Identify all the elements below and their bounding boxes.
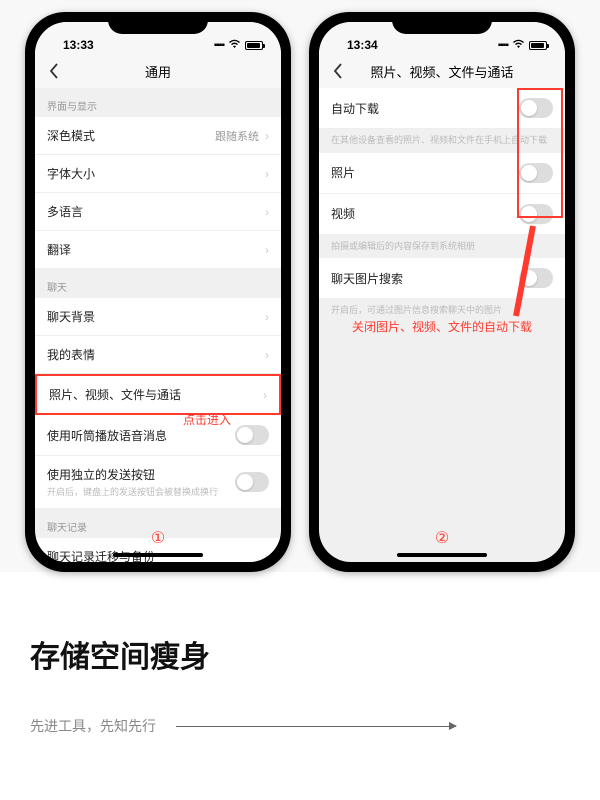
battery-icon [245,41,263,50]
home-indicator[interactable] [113,553,203,557]
toggle-send-button[interactable] [235,472,269,492]
screen-2: 13:34 ▪▪▪▪ 照片、视频、文件与通话 自动下载 [319,22,565,562]
row-label: 深色模式 [47,127,95,144]
row-label: 使用听筒播放语音消息 [47,427,167,444]
home-indicator[interactable] [397,553,487,557]
row-font-size[interactable]: 字体大小 › [35,155,281,193]
annotation-turn-off: 关闭图片、视频、文件的自动下载 [333,318,551,335]
row-label: 使用独立的发送按钮 [47,466,218,483]
nav-header: 照片、视频、文件与通话 [319,54,565,88]
row-my-stickers[interactable]: 我的表情 › [35,336,281,374]
page-title: 通用 [35,62,281,81]
row-label: 视频 [331,205,355,222]
chevron-right-icon: › [263,388,267,402]
notch [108,12,208,34]
page-title: 照片、视频、文件与通话 [319,62,565,81]
row-image-search[interactable]: 聊天图片搜索 [319,258,565,299]
chevron-right-icon: › [265,550,269,563]
wifi-icon [228,38,241,52]
battery-icon [529,41,547,50]
row-label: 照片、视频、文件与通话 [49,386,181,403]
section-header-display: 界面与显示 [35,88,281,117]
long-arrow-icon [176,726,456,727]
status-icons: ▪▪▪▪ [214,38,263,52]
toggle-videos[interactable] [519,204,553,224]
toggle-photos[interactable] [519,163,553,183]
row-earpiece-toggle[interactable]: 使用听筒播放语音消息 点击进入 [35,415,281,456]
row-videos[interactable]: 视频 [319,194,565,235]
chevron-right-icon: › [265,167,269,181]
row-label: 字体大小 [47,165,95,182]
back-button[interactable] [45,62,63,80]
row-value: 跟随系统 [215,131,259,143]
row-translate[interactable]: 翻译 › [35,231,281,269]
nav-header: 通用 [35,54,281,88]
row-multilang[interactable]: 多语言 › [35,193,281,231]
row-media-files-calls[interactable]: 照片、视频、文件与通话 › [35,374,281,415]
chevron-right-icon: › [265,129,269,143]
row-label: 自动下载 [331,100,379,117]
article-title: 存储空间瘦身 [30,632,570,676]
chevron-right-icon: › [265,310,269,324]
hint-auto-download: 在其他设备查看的照片、视频和文件在手机上自动下载 [319,129,565,153]
signal-icon: ▪▪▪▪ [214,40,224,51]
status-time: 13:33 [63,38,94,52]
signal-icon: ▪▪▪▪ [498,40,508,51]
settings-content[interactable]: 界面与显示 深色模式 跟随系统 › 字体大小 › 多语言 › 翻译 › 聊天 [35,88,281,562]
annotation-click-enter: 点击进入 [183,411,231,428]
chevron-right-icon: › [265,243,269,257]
row-sublabel: 开启后，键盘上的发送按钮会被替换成换行 [47,485,218,498]
article-subtitle: 先进工具，先知先行 [30,716,156,736]
notch [392,12,492,34]
row-auto-download[interactable]: 自动下载 [319,88,565,129]
row-label: 多语言 [47,203,83,220]
wifi-icon [512,38,525,52]
chevron-right-icon: › [265,205,269,219]
section-header-chat: 聊天 [35,269,281,298]
toggle-earpiece[interactable] [235,425,269,445]
article-section: 存储空间瘦身 先进工具，先知先行 [0,572,600,756]
row-label: 翻译 [47,241,71,258]
screen-1: 13:33 ▪▪▪▪ 通用 界面与显示 深色模式 [35,22,281,562]
row-photos[interactable]: 照片 [319,153,565,194]
row-label: 聊天图片搜索 [331,270,403,287]
status-time: 13:34 [347,38,378,52]
hint-videos: 拍摄或编辑后的内容保存到系统相册 [319,235,565,259]
row-label: 照片 [331,164,355,181]
toggle-auto-download[interactable] [519,98,553,118]
row-label: 聊天背景 [47,308,95,325]
row-dark-mode[interactable]: 深色模式 跟随系统 › [35,117,281,155]
step-number-2: ② [435,528,449,548]
phone-frame-2: 13:34 ▪▪▪▪ 照片、视频、文件与通话 自动下载 [309,12,575,572]
article-subtitle-row: 先进工具，先知先行 [30,716,570,736]
row-send-button-toggle[interactable]: 使用独立的发送按钮 开启后，键盘上的发送按钮会被替换成换行 [35,456,281,509]
toggle-image-search[interactable] [519,268,553,288]
chevron-right-icon: › [265,348,269,362]
status-icons: ▪▪▪▪ [498,38,547,52]
back-button[interactable] [329,62,347,80]
phone-frame-1: 13:33 ▪▪▪▪ 通用 界面与显示 深色模式 [25,12,291,572]
settings-content[interactable]: 自动下载 在其他设备查看的照片、视频和文件在手机上自动下载 照片 视频 拍摄或编… [319,88,565,562]
step-number-1: ① [151,528,165,548]
row-label: 我的表情 [47,346,95,363]
row-chat-background[interactable]: 聊天背景 › [35,298,281,336]
